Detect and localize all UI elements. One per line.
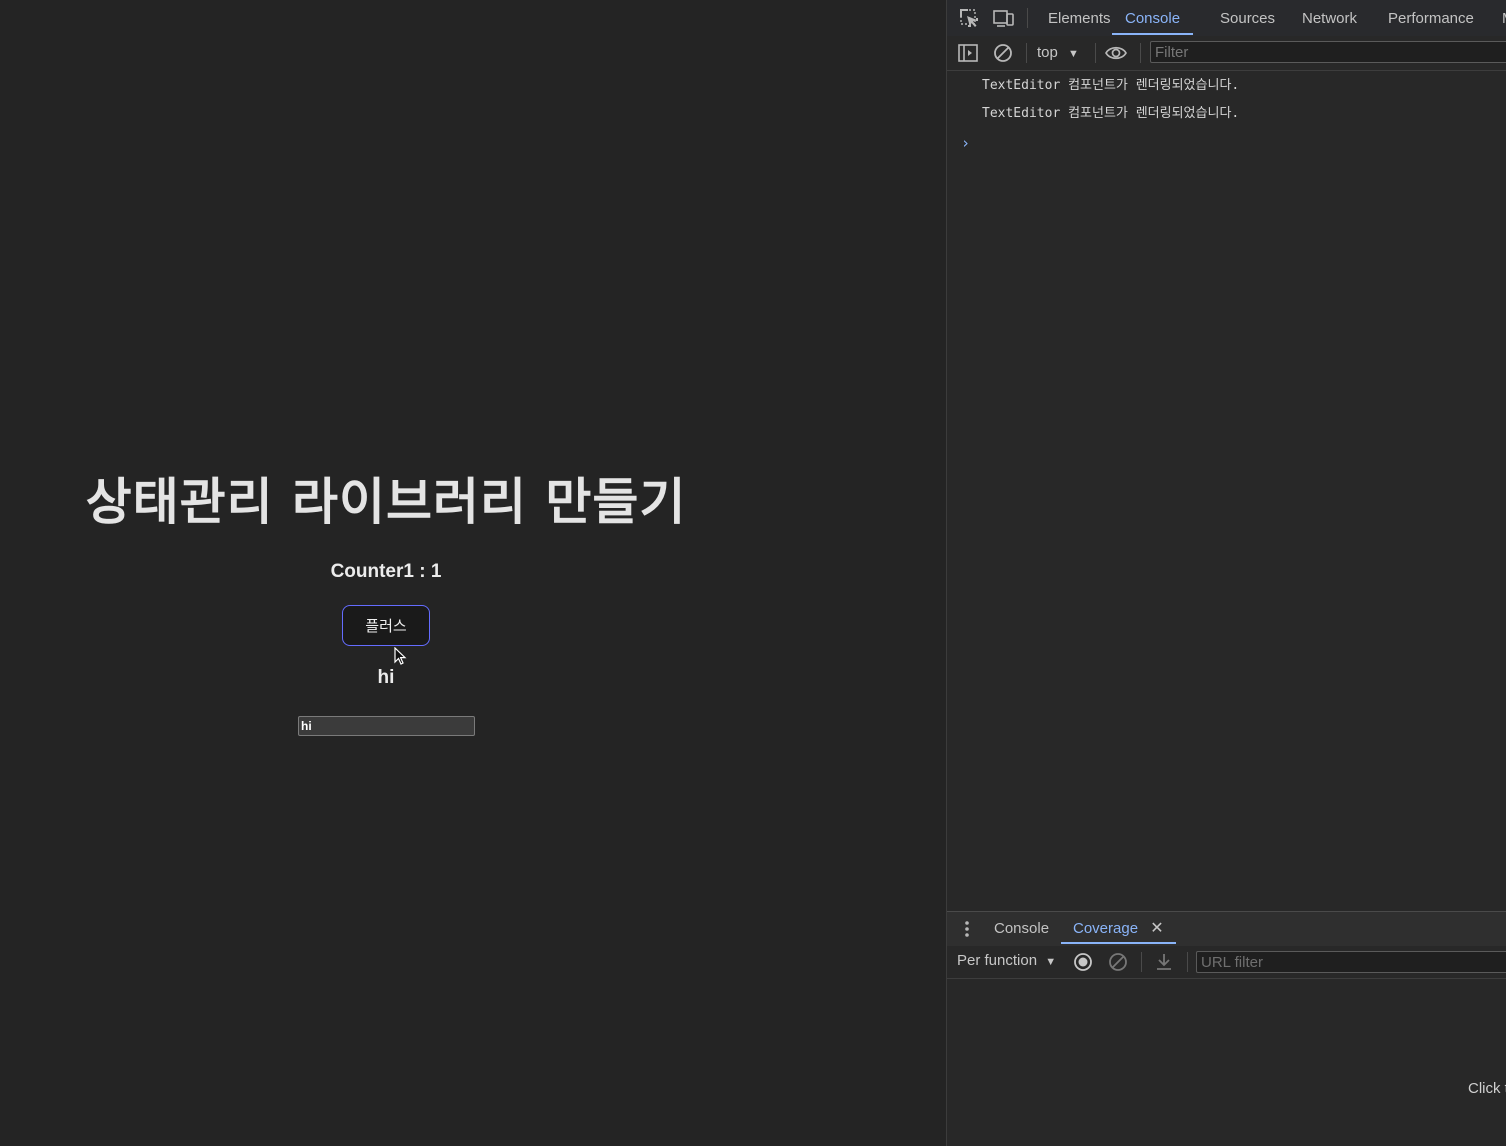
chevron-down-icon: ▼ bbox=[1068, 48, 1079, 60]
drawer-tabbar: Console Coverage ✕ bbox=[947, 911, 1506, 947]
console-toolbar: top ▼ bbox=[947, 36, 1506, 71]
toolbar-divider bbox=[1026, 43, 1027, 63]
inspect-element-icon[interactable] bbox=[957, 6, 981, 30]
record-icon[interactable] bbox=[1071, 950, 1095, 974]
console-output: TextEditor 컴포넌트가 렌더링되었습니다. TextEditor 컴포… bbox=[947, 71, 1506, 911]
tab-more[interactable]: M bbox=[1502, 0, 1506, 35]
page-title: 상태관리 라이브러리 만들기 bbox=[85, 473, 687, 531]
toolbar-divider bbox=[1140, 43, 1141, 63]
more-options-icon[interactable] bbox=[955, 917, 979, 941]
devtools-tabbar: Elements Console Sources Network Perform… bbox=[947, 0, 1506, 37]
sidebar-toggle-icon[interactable] bbox=[956, 41, 980, 65]
url-filter-input[interactable] bbox=[1196, 951, 1506, 973]
context-value: top bbox=[1037, 44, 1058, 61]
toolbar-divider bbox=[1187, 952, 1188, 972]
text-display: hi bbox=[377, 667, 395, 688]
close-icon[interactable]: ✕ bbox=[1150, 920, 1163, 937]
tab-elements[interactable]: Elements bbox=[1048, 0, 1111, 35]
console-prompt-icon[interactable]: › bbox=[961, 134, 970, 152]
download-icon[interactable] bbox=[1152, 950, 1176, 974]
drawer-tab-console[interactable]: Console bbox=[994, 912, 1049, 944]
devtools-panel: Elements Console Sources Network Perform… bbox=[946, 0, 1506, 1146]
tab-performance[interactable]: Performance bbox=[1388, 0, 1474, 35]
mouse-cursor-icon bbox=[394, 647, 407, 665]
tab-network[interactable]: Network bbox=[1302, 0, 1357, 35]
device-toolbar-icon[interactable] bbox=[992, 6, 1016, 30]
per-function-label: Per function bbox=[957, 952, 1038, 969]
context-select[interactable]: top ▼ bbox=[1037, 43, 1079, 63]
counter-label: Counter1 : 1 bbox=[330, 561, 442, 582]
toolbar-divider bbox=[1141, 952, 1142, 972]
console-log-line: TextEditor 컴포넌트가 렌더링되었습니다. bbox=[982, 78, 1240, 93]
toolbar-divider bbox=[1095, 43, 1096, 63]
text-input[interactable] bbox=[298, 716, 475, 736]
coverage-hint-text: Click t bbox=[1468, 1080, 1506, 1097]
drawer-tab-coverage[interactable]: Coverage ✕ bbox=[1061, 912, 1176, 944]
console-log-line: TextEditor 컴포넌트가 렌더링되었습니다. bbox=[982, 106, 1240, 121]
coverage-toolbar: Per function ▼ bbox=[947, 946, 1506, 979]
tab-sources[interactable]: Sources bbox=[1220, 0, 1275, 35]
clear-coverage-icon[interactable] bbox=[1106, 950, 1130, 974]
chevron-down-icon: ▼ bbox=[1045, 956, 1057, 968]
toolbar-divider bbox=[1027, 8, 1028, 28]
tab-console[interactable]: Console bbox=[1112, 0, 1194, 35]
live-expression-eye-icon[interactable] bbox=[1104, 41, 1128, 65]
per-function-select[interactable]: Per function ▼ bbox=[957, 952, 1056, 969]
clear-console-icon[interactable] bbox=[991, 41, 1015, 65]
console-filter-input[interactable] bbox=[1150, 41, 1506, 63]
app-page: 상태관리 라이브러리 만들기 Counter1 : 1 플러스 hi bbox=[0, 0, 946, 1146]
plus-button[interactable]: 플러스 bbox=[342, 605, 430, 646]
drawer-tab-coverage-label: Coverage bbox=[1073, 920, 1139, 937]
